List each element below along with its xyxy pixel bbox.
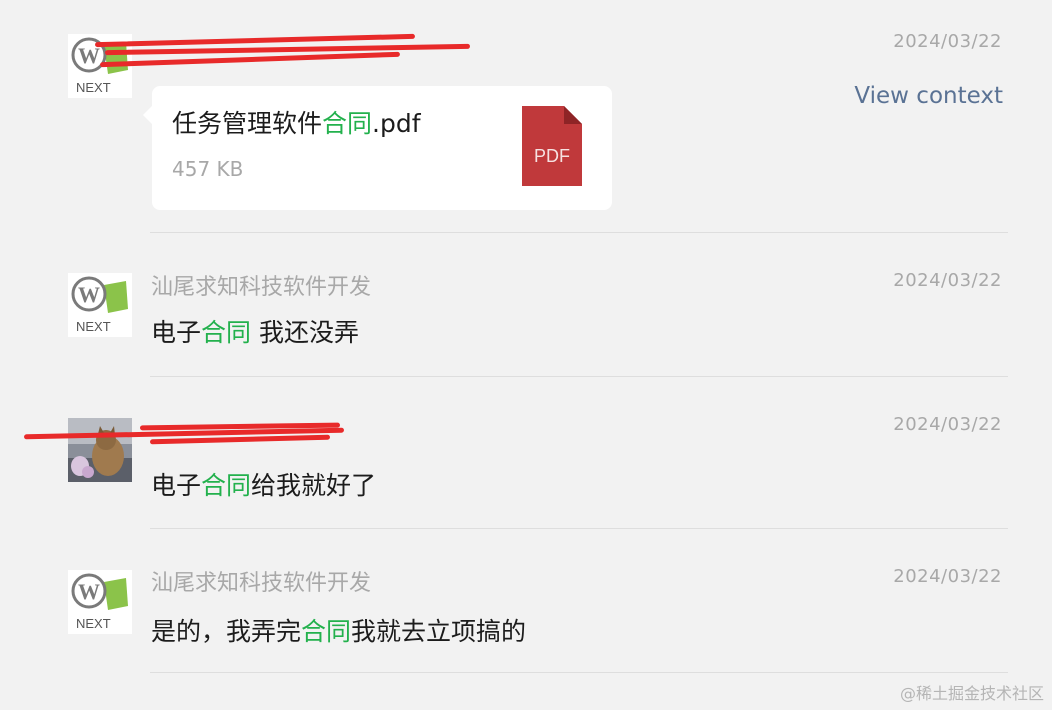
file-attachment-card[interactable]: 任务管理软件合同.pdf 457 KB PDF xyxy=(143,86,612,210)
keyword-highlight: 合同 xyxy=(201,318,252,347)
keyword-highlight: 合同 xyxy=(322,109,373,138)
keyword-highlight: 合同 xyxy=(301,617,352,646)
svg-text:W: W xyxy=(78,579,100,604)
svg-text:NEXT: NEXT xyxy=(76,80,111,95)
avatar[interactable] xyxy=(68,418,132,482)
divider xyxy=(150,528,1008,529)
message-date: 2024/03/22 xyxy=(893,31,1002,52)
message-date: 2024/03/22 xyxy=(893,414,1002,435)
message-text: 电子合同给我就好了 xyxy=(151,471,377,500)
sender-name: 汕尾求知科技软件开发 xyxy=(151,571,372,596)
pdf-file-icon: PDF xyxy=(522,106,582,186)
divider xyxy=(150,672,1008,673)
keyword-highlight: 合同 xyxy=(201,471,252,500)
message-text: 电子合同 我还没弄 xyxy=(151,318,359,347)
message-date: 2024/03/22 xyxy=(893,566,1002,587)
cat-photo-avatar-icon xyxy=(68,418,132,482)
avatar[interactable]: W NEXT xyxy=(68,570,132,634)
svg-text:NEXT: NEXT xyxy=(76,319,111,334)
redaction-mark xyxy=(104,43,471,56)
svg-text:NEXT: NEXT xyxy=(76,616,111,631)
search-results-list: W NEXT 2024/03/22 View context 任务管理软件合同.… xyxy=(0,0,1052,710)
file-size: 457 KB xyxy=(172,157,244,181)
avatar[interactable]: W NEXT xyxy=(68,273,132,337)
divider xyxy=(150,232,1008,233)
svg-text:W: W xyxy=(78,282,100,307)
watermark: @稀土掘金技术社区 xyxy=(899,684,1044,703)
message-text: 是的，我弄完合同我就去立项搞的 xyxy=(151,617,527,646)
file-name: 任务管理软件合同.pdf xyxy=(172,109,421,138)
sender-name: 汕尾求知科技软件开发 xyxy=(151,275,372,300)
view-context-link[interactable]: View context xyxy=(854,82,1003,110)
message-date: 2024/03/22 xyxy=(893,270,1002,291)
divider xyxy=(150,376,1008,377)
wordpress-next-logo-icon: W NEXT xyxy=(68,570,132,634)
wordpress-next-logo-icon: W NEXT xyxy=(68,273,132,337)
